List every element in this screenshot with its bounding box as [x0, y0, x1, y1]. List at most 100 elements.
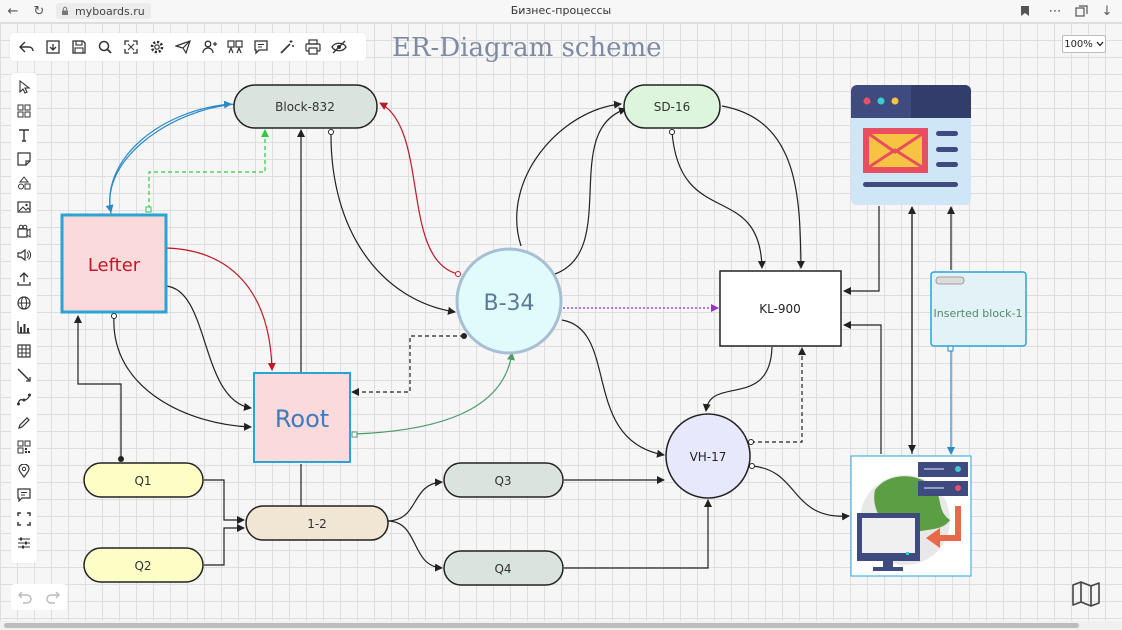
upload-icon[interactable]: [14, 269, 34, 289]
download-icon[interactable]: ↓: [1098, 2, 1116, 20]
zoom-select[interactable]: 100%: [1062, 35, 1106, 53]
connector-vh17-kl900-dashed[interactable]: [751, 347, 806, 443]
line-icon[interactable]: [14, 365, 34, 385]
node-sd-16[interactable]: SD-16: [623, 84, 721, 129]
print-icon[interactable]: [300, 34, 326, 60]
connector-b34-root-dashed[interactable]: [351, 335, 464, 396]
connector-b34-sd16-2[interactable]: [554, 107, 627, 275]
connector-q2-12[interactable]: [204, 524, 245, 566]
horizontal-scrollbar[interactable]: [0, 621, 1122, 630]
node-lefter-label: Lefter: [88, 255, 141, 276]
gear-icon[interactable]: [144, 34, 170, 60]
connector-root-b34[interactable]: [353, 352, 515, 435]
connector-12-q3[interactable]: [387, 478, 443, 522]
globe-icon[interactable]: [14, 293, 34, 313]
sticky-note-icon[interactable]: [14, 149, 34, 169]
send-icon[interactable]: [170, 34, 196, 60]
node-q3-label: Q3: [494, 474, 511, 488]
node-vh-17-label: VH-17: [690, 450, 727, 464]
web-window-illustration[interactable]: [851, 85, 971, 205]
node-q3[interactable]: Q3: [443, 462, 564, 498]
location-pin-icon[interactable]: [14, 461, 34, 481]
node-root[interactable]: Root: [253, 372, 351, 463]
magic-wand-icon[interactable]: [274, 34, 300, 60]
node-root-label: Root: [275, 405, 329, 433]
connector-block832-b34[interactable]: [330, 131, 456, 315]
table-icon[interactable]: [14, 341, 34, 361]
image-icon[interactable]: [14, 197, 34, 217]
connector-b34-block832[interactable]: [379, 102, 459, 275]
cursor-icon[interactable]: [14, 77, 34, 97]
connector-q1-lefter[interactable]: [74, 315, 122, 459]
menu-icon[interactable]: ⋯: [1046, 2, 1064, 20]
connector-b34-sd16[interactable]: [516, 100, 622, 247]
connector-sd16-kl900[interactable]: [671, 131, 766, 269]
chart-icon[interactable]: [14, 317, 34, 337]
node-b-34[interactable]: B-34: [455, 247, 563, 355]
templates-icon[interactable]: [14, 101, 34, 121]
bookmark-icon[interactable]: [1016, 2, 1034, 20]
node-q2[interactable]: Q2: [83, 547, 204, 583]
connector-12-q4[interactable]: [387, 520, 443, 572]
save-file-icon[interactable]: [40, 34, 66, 60]
connector-window-kl900[interactable]: [843, 206, 880, 295]
curve-icon[interactable]: [14, 389, 34, 409]
node-q4-label: Q4: [494, 562, 511, 576]
node-inserted-block-1-label: Inserted block-1: [934, 307, 1023, 320]
redo-icon[interactable]: [45, 589, 61, 605]
fit-screen-icon[interactable]: [118, 34, 144, 60]
address-bar[interactable]: myboards.ru: [56, 3, 151, 19]
undo-redo-panel: [11, 584, 67, 610]
connector-lefter-root-2[interactable]: [165, 285, 252, 411]
reload-icon[interactable]: ↻: [30, 2, 48, 20]
floppy-save-icon[interactable]: [66, 34, 92, 60]
node-vh-17[interactable]: VH-17: [665, 413, 751, 499]
node-lefter[interactable]: Lefter: [60, 213, 168, 314]
node-1-2[interactable]: 1-2: [245, 505, 389, 541]
frame-icon[interactable]: [14, 509, 34, 529]
diagram-svg: Block-832 SD-16 Lefter B-34 KL-900 Inser…: [60, 84, 1027, 586]
top-toolbar: [10, 33, 366, 61]
node-block-832[interactable]: Block-832: [233, 84, 378, 129]
node-inserted-block-1[interactable]: Inserted block-1: [930, 271, 1027, 347]
connector-lefter-block832-dashed[interactable]: [148, 129, 269, 209]
browser-chrome: ← ↻ myboards.ru Бизнес-процессы ⋯ ↓: [0, 0, 1122, 23]
connector-lefter-root-3[interactable]: [113, 315, 252, 431]
node-q2-label: Q2: [134, 559, 151, 573]
shapes-icon[interactable]: [14, 173, 34, 193]
comment-icon[interactable]: [248, 34, 274, 60]
connector-sd16-kl900-2[interactable]: [721, 105, 805, 269]
connector-q1-12[interactable]: [204, 479, 245, 524]
search-icon[interactable]: [92, 34, 118, 60]
add-user-icon[interactable]: [196, 34, 222, 60]
back-icon[interactable]: ←: [4, 2, 22, 20]
collaborators-icon[interactable]: [222, 34, 248, 60]
server-monitor-illustration[interactable]: [850, 455, 972, 577]
connector-lefter-root[interactable]: [165, 247, 276, 371]
eye-slash-icon[interactable]: [326, 34, 352, 60]
diagram-title[interactable]: ER-Diagram scheme: [392, 33, 662, 63]
video-icon[interactable]: [14, 221, 34, 241]
connector-lefter-block832[interactable]: [109, 100, 232, 215]
qr-code-icon[interactable]: [14, 437, 34, 457]
connector-server-kl900[interactable]: [843, 321, 882, 454]
connector-q4-vh17[interactable]: [564, 499, 712, 569]
pencil-icon[interactable]: [14, 413, 34, 433]
node-q1[interactable]: Q1: [83, 462, 204, 498]
comment-icon[interactable]: [14, 485, 34, 505]
back-arrow-icon[interactable]: [14, 34, 40, 60]
node-q4[interactable]: Q4: [443, 550, 564, 586]
board-canvas[interactable]: Block-832 SD-16 Lefter B-34 KL-900 Inser…: [0, 23, 1122, 623]
connector-kl900-vh17[interactable]: [702, 346, 773, 412]
connector-b34-vh17[interactable]: [561, 319, 665, 458]
audio-icon[interactable]: [14, 245, 34, 265]
settings-sliders-icon[interactable]: [14, 533, 34, 553]
text-icon[interactable]: [14, 125, 34, 145]
map-icon[interactable]: [1071, 580, 1101, 608]
connector-vh17-server[interactable]: [751, 465, 850, 521]
node-kl-900[interactable]: KL-900: [719, 270, 842, 347]
url-text: myboards.ru: [75, 4, 145, 18]
undo-icon[interactable]: [17, 589, 33, 605]
collections-icon[interactable]: [1072, 2, 1090, 20]
scrollbar-thumb[interactable]: [4, 623, 1079, 628]
